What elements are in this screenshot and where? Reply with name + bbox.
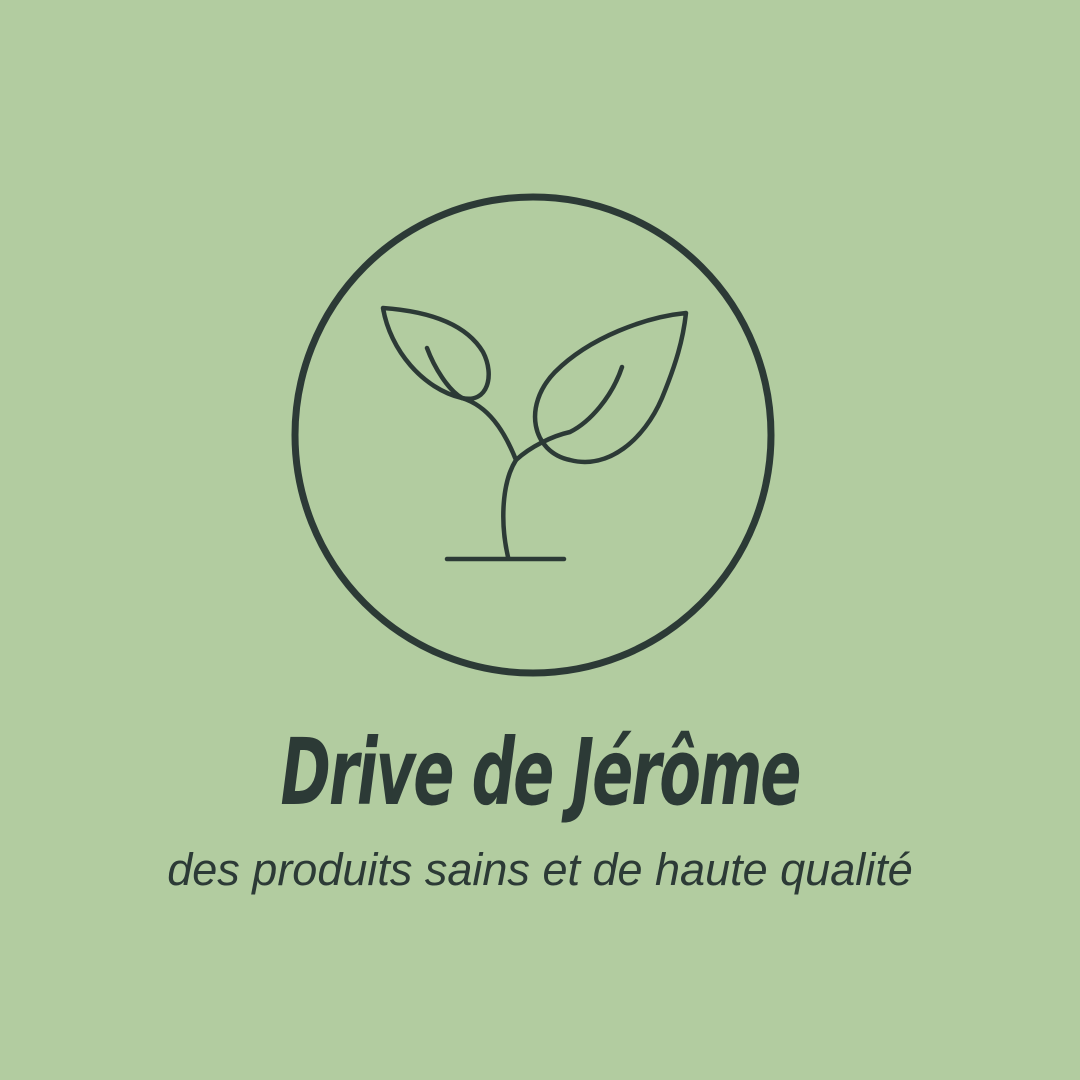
brand-name: Drive de Jérôme [280, 719, 801, 826]
logo-circle-frame [291, 193, 775, 677]
seedling-stem [501, 457, 519, 560]
seedling-icon [380, 305, 689, 562]
right-branch [513, 364, 625, 463]
tagline: des produits sains et de haute qualité [167, 844, 913, 895]
left-leaf [380, 305, 491, 402]
logo-emblem [290, 192, 776, 678]
left-branch [424, 345, 519, 463]
